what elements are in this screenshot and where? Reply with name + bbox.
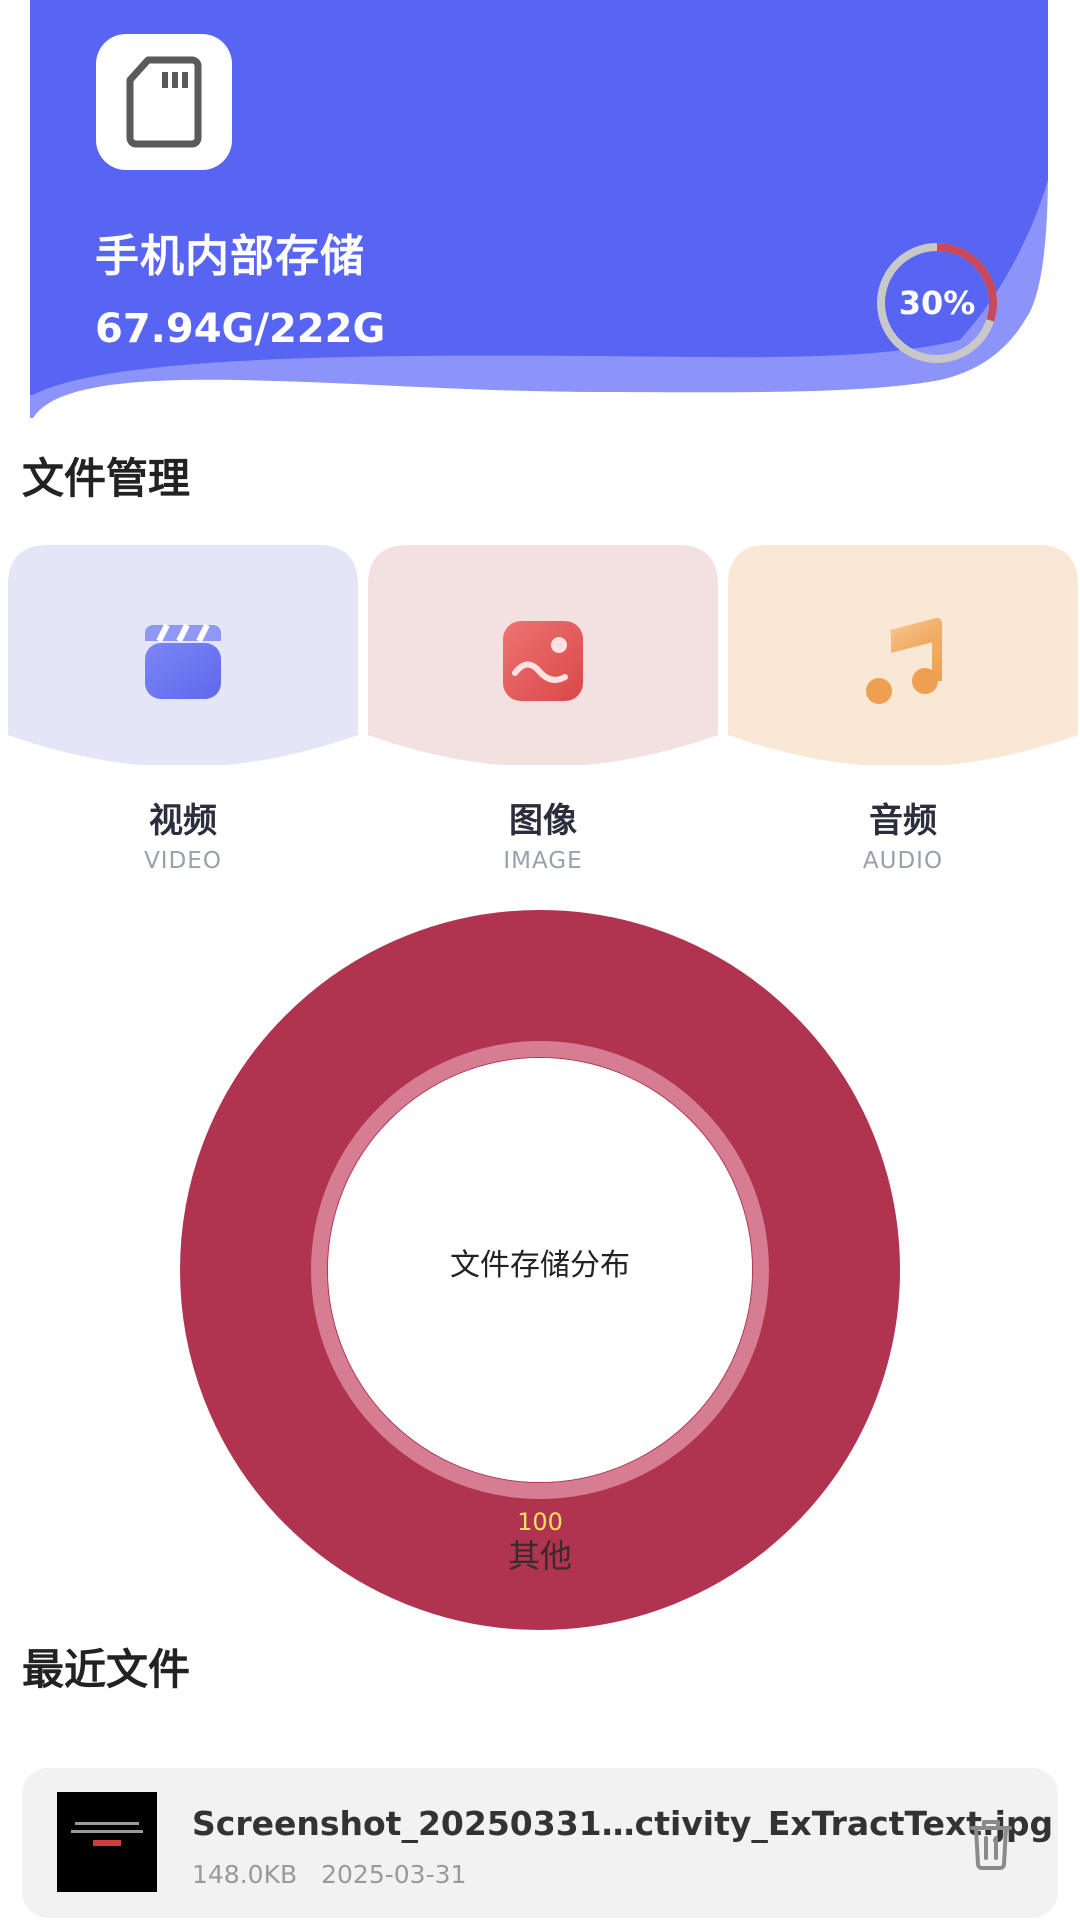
- file-name: Screenshot_20250331…ctivity_ExTractText.…: [192, 1804, 1054, 1843]
- video-icon: [145, 623, 221, 699]
- file-size: 148.0KB: [192, 1860, 298, 1889]
- category-video-subtitle: VIDEO: [144, 848, 222, 874]
- file-thumbnail: [57, 1792, 157, 1892]
- category-audio-title: 音频: [869, 801, 937, 841]
- audio-icon: [866, 618, 942, 704]
- category-image-title: 图像: [509, 801, 577, 841]
- file-meta: 148.0KB 2025-03-31: [192, 1860, 466, 1889]
- category-audio[interactable]: 音频 AUDIO: [728, 545, 1078, 885]
- recent-files-title: 最近文件: [22, 1645, 191, 1694]
- chart-title: 文件存储分布: [450, 1248, 630, 1283]
- file-date: 2025-03-31: [321, 1860, 467, 1889]
- slice-name-label: 其他: [507, 1537, 572, 1575]
- file-management-title: 文件管理: [22, 454, 191, 503]
- category-image-subtitle: IMAGE: [503, 848, 583, 874]
- storage-page: 手机内部存储 67.94G/222G 30% 文件管理 视频 VIDEO 图像 …: [0, 0, 1080, 1920]
- storage-title: 手机内部存储: [95, 231, 365, 282]
- image-icon: [503, 621, 583, 701]
- trash-icon[interactable]: [960, 1812, 1022, 1874]
- sd-card-tile: [96, 34, 232, 170]
- category-video-title: 视频: [149, 801, 217, 841]
- recent-file-item[interactable]: Screenshot_20250331…ctivity_ExTractText.…: [22, 1768, 1058, 1918]
- category-image[interactable]: 图像 IMAGE: [368, 545, 718, 885]
- category-video[interactable]: 视频 VIDEO: [8, 545, 358, 885]
- sd-card-icon: [126, 56, 202, 148]
- storage-card[interactable]: 手机内部存储 67.94G/222G 30%: [0, 0, 1080, 430]
- category-audio-subtitle: AUDIO: [862, 848, 944, 874]
- storage-usage: 67.94G/222G: [95, 306, 386, 352]
- usage-percent: 30%: [898, 284, 976, 322]
